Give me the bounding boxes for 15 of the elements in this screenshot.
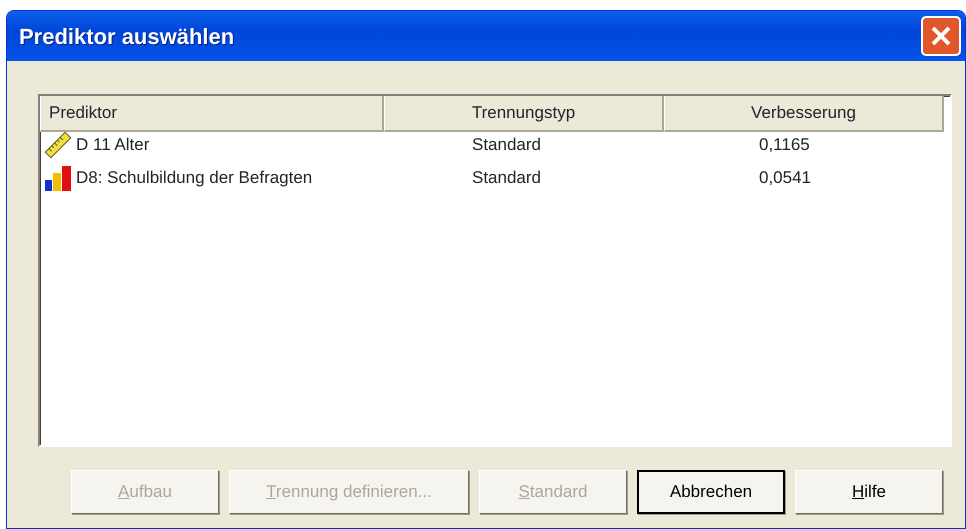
dialog-button[interactable]: Abbrechen (637, 470, 785, 514)
table-cell[interactable]: D 11 Alter (76, 132, 150, 158)
close-button[interactable] (921, 16, 961, 56)
bar-chart-icon (44, 164, 72, 192)
column-header[interactable]: Verbesserung (664, 96, 944, 132)
table-cell: Standard (472, 134, 541, 154)
column-header[interactable]: Prediktor (40, 96, 384, 132)
close-icon (930, 25, 952, 47)
table-cell[interactable]: D8: Schulbildung der Befragten (76, 164, 312, 190)
table-cell: 0,0541 (759, 168, 811, 187)
window-title: Prediktor auswählen (19, 22, 234, 50)
table-cell: Standard (472, 168, 541, 187)
dialog-button[interactable]: Hilfe (795, 470, 943, 514)
table-cell: 0,1165 (759, 134, 810, 154)
column-header[interactable]: Trennungstyp (384, 96, 664, 132)
